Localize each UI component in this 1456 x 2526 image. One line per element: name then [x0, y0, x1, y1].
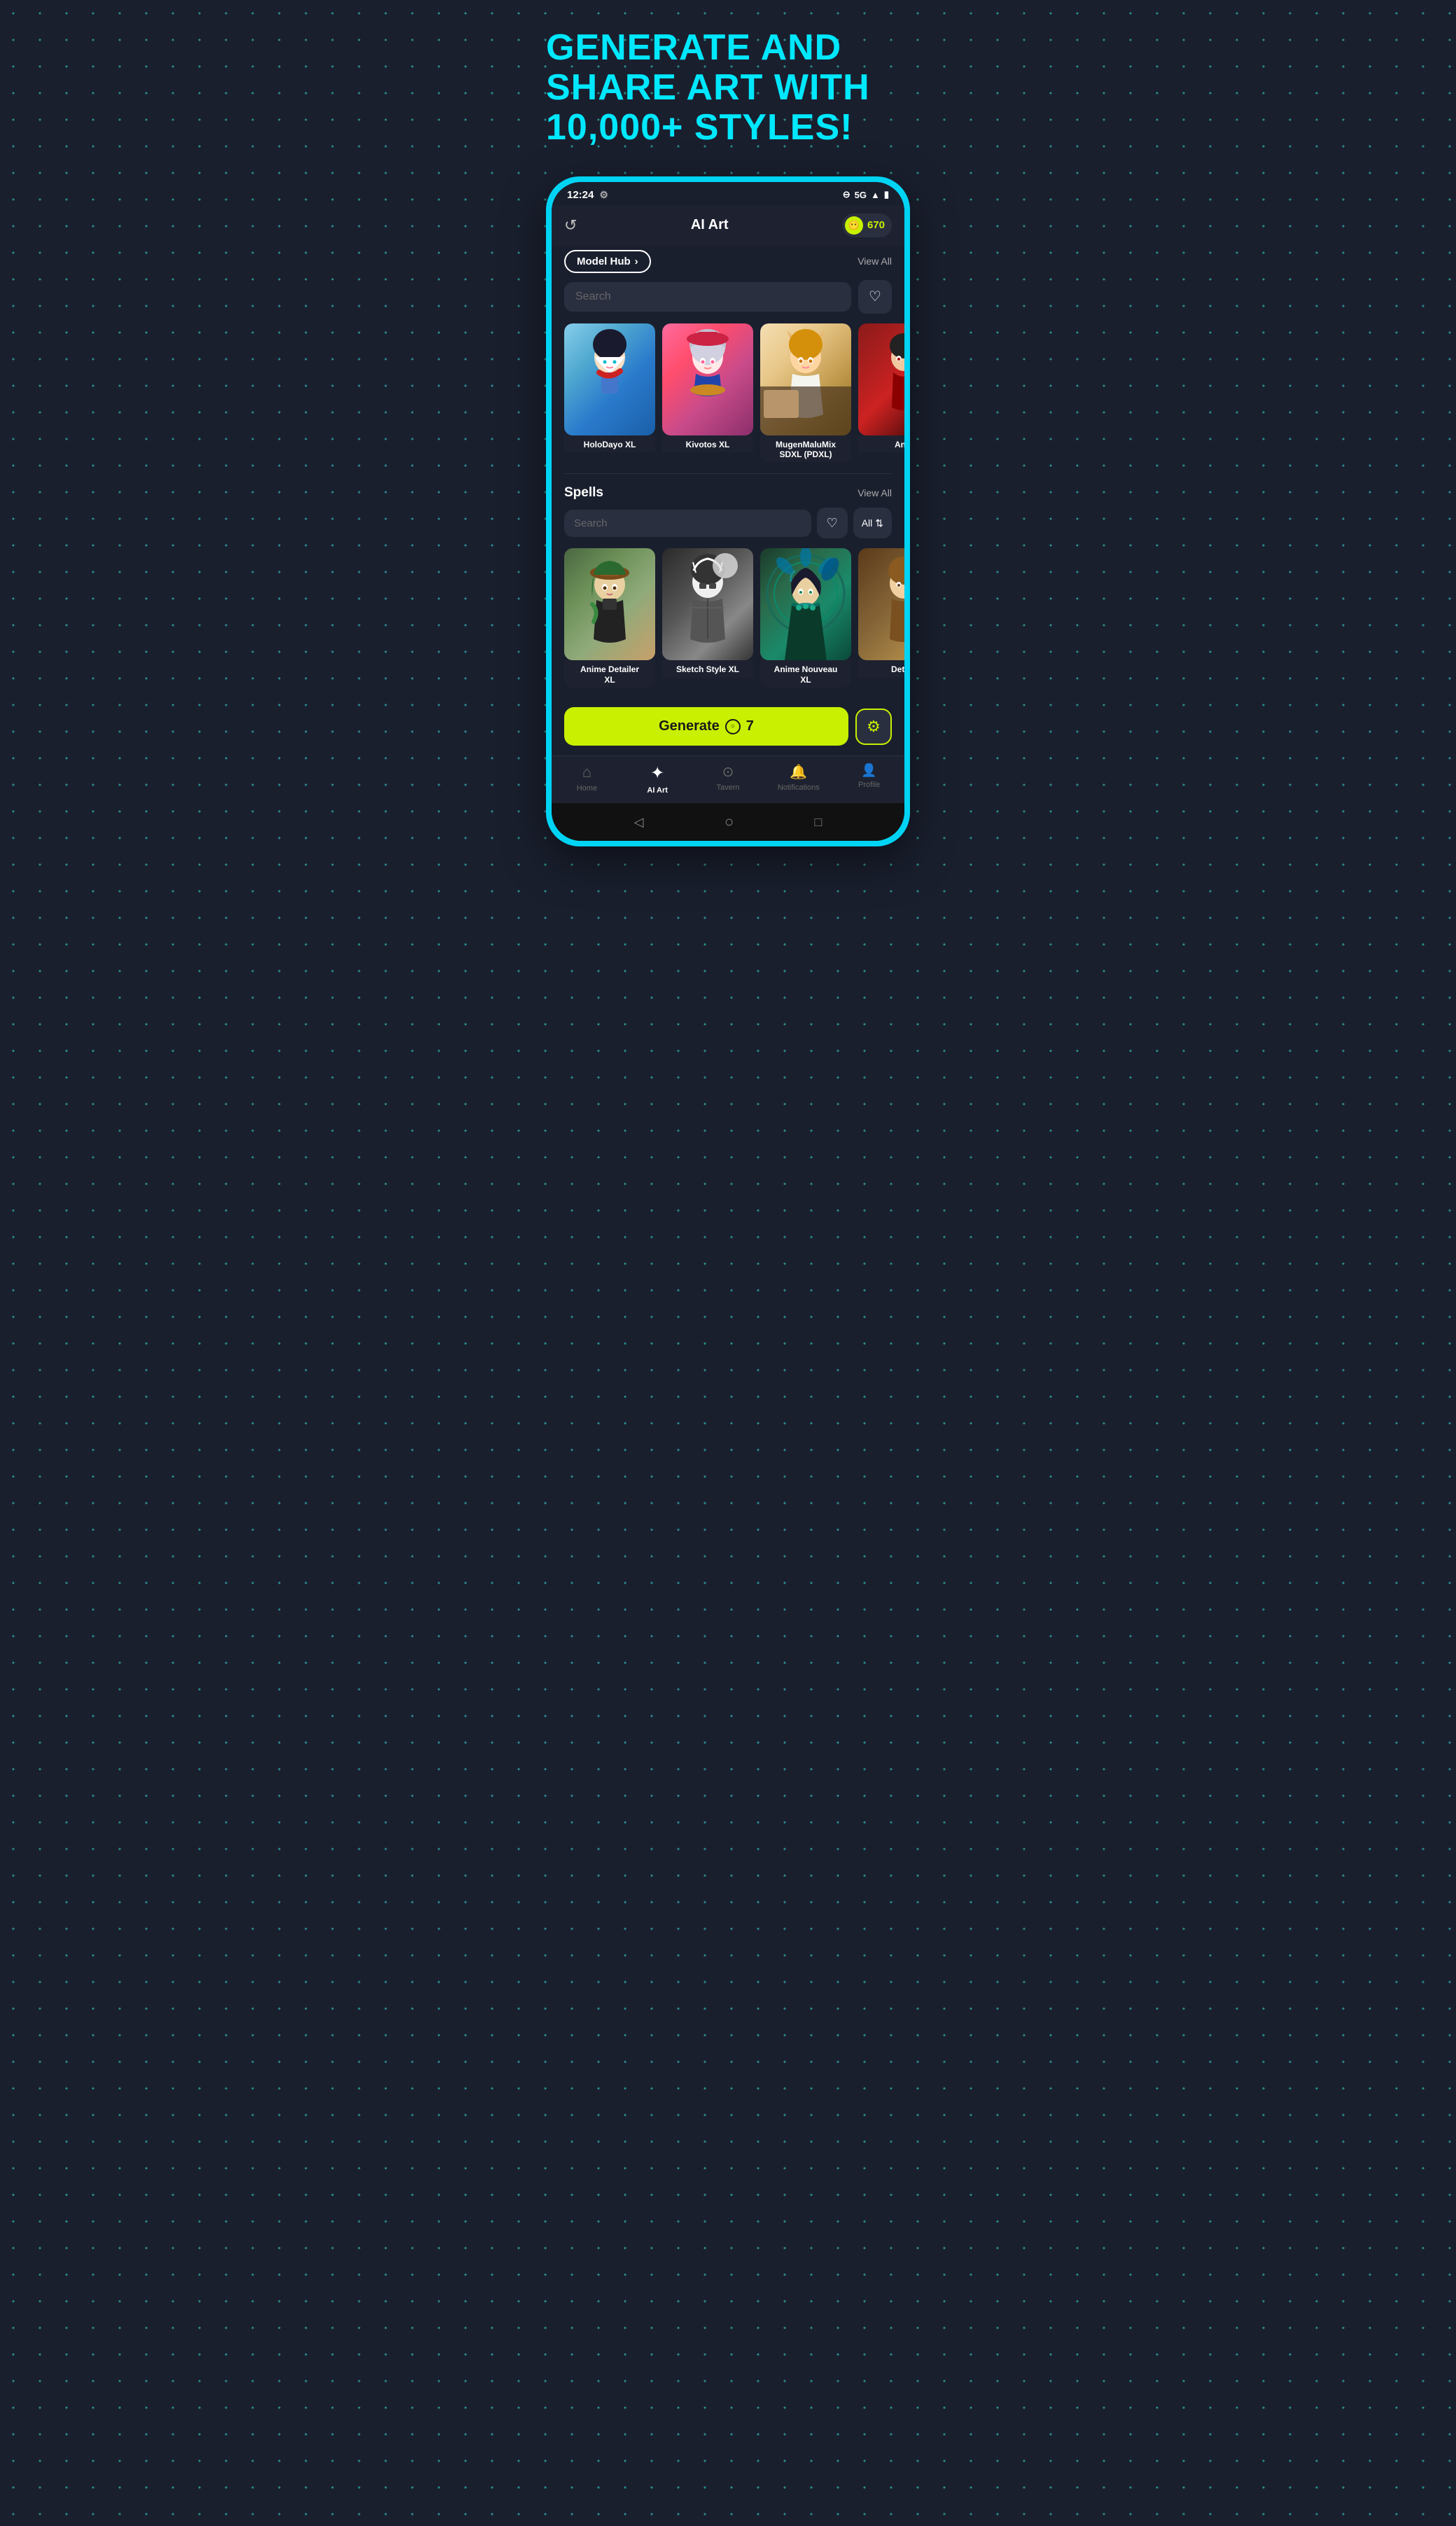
spell-card-label: Anime NouveauXL [760, 660, 851, 688]
generate-button[interactable]: Generate ○ 7 [564, 707, 848, 746]
generate-coin-icon: ○ [725, 719, 741, 734]
model-card-image [760, 323, 851, 435]
anime-char-3 [760, 323, 851, 435]
battery-icon: ▮ [884, 189, 889, 200]
app-header: ↺ AI Art 😶 670 [552, 205, 904, 246]
nav-profile-label: Profile [858, 781, 880, 789]
spell-card-image [760, 548, 851, 660]
anime-char-1 [564, 323, 655, 435]
bell-icon: 🔔 [790, 763, 807, 781]
spells-filter-button[interactable]: All ⇅ [853, 508, 892, 538]
nav-item-notifications[interactable]: 🔔 Notifications [778, 763, 820, 795]
spell-card-label: Sketch Style XL [662, 660, 753, 677]
spells-title: Spells [564, 485, 603, 501]
nav-item-tavern[interactable]: ⊙ Tavern [707, 763, 749, 795]
spells-favorites-button[interactable]: ♡ [817, 508, 848, 538]
model-card-label: HoloDayo XL [564, 435, 655, 452]
model-card-label: An... [858, 435, 904, 452]
model-search-input[interactable] [564, 282, 851, 312]
nav-item-home[interactable]: ⌂ Home [566, 763, 608, 795]
heart-icon: ♡ [869, 288, 881, 305]
divider-1 [564, 473, 892, 474]
model-hub-button[interactable]: Model Hub › [564, 250, 651, 273]
spell-heart-icon: ♡ [827, 516, 838, 531]
back-gesture-icon[interactable]: ◁ [634, 815, 644, 830]
nav-ai-art-label: AI Art [647, 786, 668, 795]
model-card-label: Kivotos XL [662, 435, 753, 452]
model-card-image [662, 323, 753, 435]
model-card[interactable]: Kivotos XL [662, 323, 753, 463]
status-right: ⊖ 5G ▲ ▮ [843, 189, 889, 200]
phone-frame: 12:24 ⚙ ⊖ 5G ▲ ▮ ↺ AI Art 😶 670 [546, 176, 910, 847]
phone-screen: 12:24 ⚙ ⊖ 5G ▲ ▮ ↺ AI Art 😶 670 [552, 182, 904, 842]
home-icon: ⌂ [582, 763, 592, 781]
model-card-label: MugenMaluMixSDXL (PDXL) [760, 435, 851, 463]
spell-char-3 [760, 548, 851, 660]
phone-gesture-bar: ◁ ○ □ [552, 803, 904, 841]
filter-arrows-icon: ⇅ [875, 517, 883, 529]
coin-count: 670 [867, 219, 885, 231]
nav-tavern-label: Tavern [716, 783, 739, 792]
spell-char-4 [858, 548, 904, 660]
spells-search-input[interactable] [564, 510, 811, 537]
home-gesture-icon[interactable]: ○ [724, 813, 734, 831]
spell-card[interactable]: Sketch Style XL [662, 548, 753, 688]
signal-icon: ▲ [871, 190, 880, 200]
status-time: 12:24 [567, 189, 594, 201]
anime-char-2 [662, 323, 753, 435]
model-cards-scroll[interactable]: HoloDayo XL [552, 323, 904, 474]
spell-card-label: Anime DetailerXL [564, 660, 655, 688]
spell-card[interactable]: Anime DetailerXL [564, 548, 655, 688]
spell-card[interactable]: Anime NouveauXL [760, 548, 851, 688]
generate-coin-count: 7 [746, 718, 754, 734]
model-favorites-button[interactable]: ♡ [858, 280, 892, 314]
coin-face-icon: 😶 [848, 220, 860, 231]
recent-gesture-icon[interactable]: □ [814, 815, 822, 830]
settings-status-icon: ⚙ [599, 189, 608, 201]
model-card[interactable]: HoloDayo XL [564, 323, 655, 463]
spell-card-image [564, 548, 655, 660]
coin-avatar: 😶 [845, 216, 863, 235]
generate-row: Generate ○ 7 ⚙ [552, 699, 904, 755]
spell-char-1 [564, 548, 655, 660]
spells-header: Spells View All [552, 482, 904, 508]
network-label: 5G [855, 190, 867, 200]
generate-label: Generate [659, 718, 720, 734]
app-title: AI Art [691, 217, 729, 233]
status-bar: 12:24 ⚙ ⊖ 5G ▲ ▮ [552, 182, 904, 205]
spells-search-row: ♡ All ⇅ [552, 508, 904, 548]
profile-icon: 👤 [861, 763, 876, 778]
model-hub-header: Model Hub › View All [552, 246, 904, 280]
tavern-icon: ⊙ [722, 763, 734, 781]
model-search-row: ♡ [552, 280, 904, 323]
spells-view-all[interactable]: View All [858, 487, 892, 498]
model-card[interactable]: An... [858, 323, 904, 463]
history-icon[interactable]: ↺ [564, 216, 577, 235]
filter-label: All [862, 517, 873, 529]
nav-notifications-label: Notifications [778, 783, 820, 792]
model-hub-view-all[interactable]: View All [858, 256, 892, 267]
spell-card[interactable]: Deta... [858, 548, 904, 688]
spell-card-image [858, 548, 904, 660]
model-hub-label: Model Hub [577, 256, 631, 267]
generate-settings-button[interactable]: ⚙ [855, 709, 892, 745]
model-card[interactable]: MugenMaluMixSDXL (PDXL) [760, 323, 851, 463]
ai-art-icon: ✦ [650, 763, 664, 783]
spell-cards-scroll[interactable]: Anime DetailerXL [552, 548, 904, 699]
do-not-disturb-icon: ⊖ [843, 189, 850, 200]
nav-item-ai-art[interactable]: ✦ AI Art [636, 763, 678, 795]
spell-card-image [662, 548, 753, 660]
gear-icon: ⚙ [867, 718, 881, 736]
model-card-image [858, 323, 904, 435]
nav-home-label: Home [577, 784, 597, 793]
anime-char-4 [858, 323, 904, 435]
nav-item-profile[interactable]: 👤 Profile [848, 763, 890, 795]
headline: GENERATE ANDSHARE ART WITH10,000+ STYLES… [546, 28, 910, 148]
model-card-image [564, 323, 655, 435]
spell-card-label: Deta... [858, 660, 904, 677]
spell-char-2 [662, 548, 753, 660]
coin-display[interactable]: 😶 670 [842, 214, 892, 237]
model-hub-arrow: › [635, 256, 638, 267]
bottom-navigation: ⌂ Home ✦ AI Art ⊙ Tavern 🔔 Notifications… [552, 755, 904, 803]
